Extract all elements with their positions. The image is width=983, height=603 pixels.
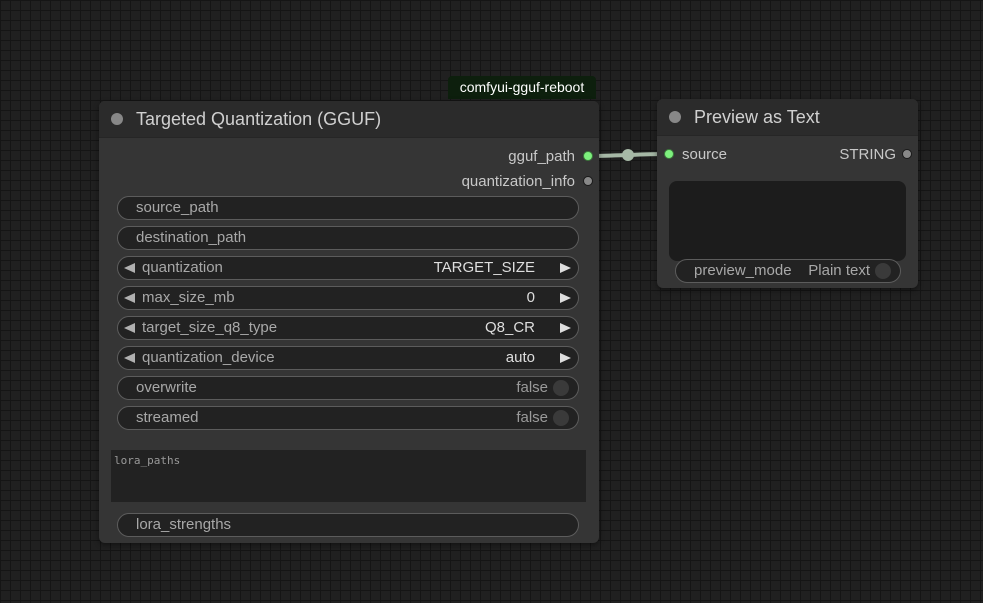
output-slot-gguf-path[interactable] [583, 151, 593, 161]
widget-label: target_size_q8_type [142, 319, 278, 336]
source-path-input[interactable]: source_path [117, 196, 579, 220]
quantization-combo[interactable]: quantization TARGET_SIZE [117, 256, 579, 280]
widget-label: streamed [136, 409, 199, 426]
collapse-dot-icon[interactable] [111, 113, 123, 125]
output-label-string: STRING [839, 146, 896, 163]
lora-strengths-input[interactable]: lora_strengths [117, 513, 579, 537]
node-source-badge: comfyui-gguf-reboot [448, 76, 596, 99]
widget-label: overwrite [136, 379, 197, 396]
toggle-knob[interactable] [553, 410, 569, 426]
increment-arrow-icon[interactable] [560, 323, 571, 333]
widget-label: lora_strengths [136, 516, 232, 533]
input-slot-source[interactable] [664, 149, 674, 159]
widget-value: false [516, 379, 548, 396]
toggle-knob[interactable] [875, 263, 891, 279]
increment-arrow-icon[interactable] [560, 353, 571, 363]
widget-value: TARGET_SIZE [433, 259, 535, 276]
increment-arrow-icon[interactable] [560, 263, 571, 273]
text-preview-area [669, 181, 906, 261]
link-center-handle[interactable] [622, 149, 634, 161]
widget-value: Q8_CR [484, 319, 535, 336]
output-slot-quantization-info[interactable] [583, 176, 593, 186]
output-slot-string[interactable] [902, 149, 912, 159]
node-title: Targeted Quantization (GGUF) [136, 109, 382, 129]
targeted-quantization-node[interactable]: Targeted Quantization (GGUF) gguf_path q… [99, 101, 599, 543]
lora-paths-textarea[interactable]: lora_paths [111, 450, 586, 502]
widget-value: Plain text [808, 262, 870, 279]
node-header[interactable]: Preview as Text [657, 99, 918, 136]
preview-as-text-node[interactable]: Preview as Text source STRING preview_mo… [657, 99, 918, 288]
widget-label: source_path [136, 199, 219, 216]
decrement-arrow-icon[interactable] [124, 293, 135, 303]
preview-mode-toggle[interactable]: preview_mode Plain text [675, 259, 901, 283]
streamed-toggle[interactable]: streamed false [117, 406, 579, 430]
target-size-q8-type-combo[interactable]: target_size_q8_type Q8_CR [117, 316, 579, 340]
widget-label: quantization [142, 259, 223, 276]
quantization-device-combo[interactable]: quantization_device auto [117, 346, 579, 370]
output-label-quantization-info: quantization_info [461, 173, 575, 190]
decrement-arrow-icon[interactable] [124, 323, 135, 333]
destination-path-input[interactable]: destination_path [117, 226, 579, 250]
decrement-arrow-icon[interactable] [124, 263, 135, 273]
widget-label: quantization_device [142, 349, 275, 366]
input-label-source: source [682, 146, 728, 163]
widget-label: max_size_mb [142, 289, 235, 306]
node-title: Preview as Text [694, 107, 820, 127]
graph-canvas[interactable]: comfyui-gguf-reboot Targeted Quantizatio… [0, 0, 983, 603]
output-label-gguf-path: gguf_path [508, 148, 575, 165]
collapse-dot-icon[interactable] [669, 111, 681, 123]
increment-arrow-icon[interactable] [560, 293, 571, 303]
toggle-knob[interactable] [553, 380, 569, 396]
widget-value: false [516, 409, 548, 426]
widget-label: preview_mode [694, 262, 792, 279]
widget-value: auto [505, 349, 535, 366]
overwrite-toggle[interactable]: overwrite false [117, 376, 579, 400]
node-header[interactable]: Targeted Quantization (GGUF) [99, 101, 599, 138]
decrement-arrow-icon[interactable] [124, 353, 135, 363]
widget-label: destination_path [136, 229, 247, 246]
max-size-mb-number[interactable]: max_size_mb 0 [117, 286, 579, 310]
widget-value: 0 [526, 289, 535, 306]
